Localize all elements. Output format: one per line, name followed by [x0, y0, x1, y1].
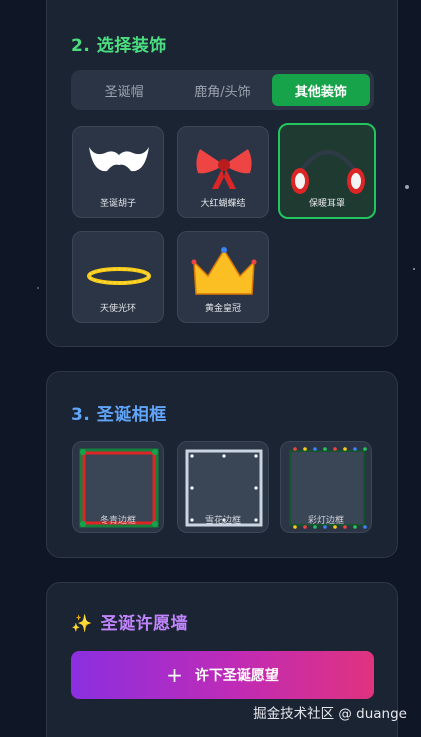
make-wish-button-label: 许下圣诞愿望 — [194, 668, 279, 684]
earmuffs-icon — [291, 150, 365, 194]
decor-item-label: 圣诞胡子 — [99, 199, 136, 209]
decor-item-label: 黄金皇冠 — [204, 304, 241, 314]
decoration-section: 2. 选择装饰 圣诞帽 鹿角/头饰 其他装饰 圣诞胡子 大红蝴蝶结 保暖耳罩 天… — [46, 0, 398, 347]
decor-item-label: 大红蝴蝶结 — [200, 199, 246, 209]
star-dot — [413, 268, 415, 270]
wish-wall-title: ✨ 圣诞许愿墙 — [71, 609, 188, 634]
decoration-section-title: 2. 选择装饰 — [71, 36, 167, 56]
red-bow-icon — [196, 149, 252, 189]
star-dot — [37, 287, 39, 289]
halo-icon — [87, 267, 151, 285]
frame-item-label: 冬青边框 — [99, 516, 136, 526]
decor-item-red-bow[interactable]: 大红蝴蝶结 — [177, 126, 269, 218]
gold-crown-icon — [191, 247, 257, 295]
frame-item-label: 彩灯边框 — [307, 516, 344, 526]
decor-item-label: 天使光环 — [99, 304, 136, 314]
watermark: 掘金技术社区 @ duange — [253, 706, 407, 722]
star-dot — [405, 185, 409, 189]
decor-item-gold-crown[interactable]: 黄金皇冠 — [177, 231, 269, 323]
frame-item-label: 雪花边框 — [204, 516, 241, 526]
tab-santa-hat[interactable]: 圣诞帽 — [75, 74, 173, 106]
decor-item-halo[interactable]: 天使光环 — [72, 231, 164, 323]
sparkle-icon: ✨ — [71, 614, 93, 634]
frame-item-holly[interactable]: 冬青边框 — [72, 441, 164, 533]
frame-section-title: 3. 圣诞相框 — [71, 405, 167, 425]
beard-icon — [89, 147, 149, 172]
decor-item-beard[interactable]: 圣诞胡子 — [72, 126, 164, 218]
make-wish-button[interactable]: + 许下圣诞愿望 — [71, 651, 374, 699]
plus-icon: + — [166, 663, 183, 687]
tab-other-decor[interactable]: 其他装饰 — [271, 74, 370, 106]
wish-wall-title-text: 圣诞许愿墙 — [100, 614, 189, 634]
decor-item-earmuffs[interactable]: 保暖耳罩 — [278, 123, 376, 219]
frame-item-lights[interactable]: 彩灯边框 — [280, 441, 372, 533]
decoration-tabs: 圣诞帽 鹿角/头饰 其他装饰 — [71, 70, 374, 110]
frame-section: 3. 圣诞相框 冬青边框 雪花边框 彩灯边框 — [46, 371, 398, 558]
tab-antlers-headwear[interactable]: 鹿角/头饰 — [173, 74, 271, 106]
decor-item-label: 保暖耳罩 — [308, 199, 345, 209]
frame-item-snowflake[interactable]: 雪花边框 — [177, 441, 269, 533]
